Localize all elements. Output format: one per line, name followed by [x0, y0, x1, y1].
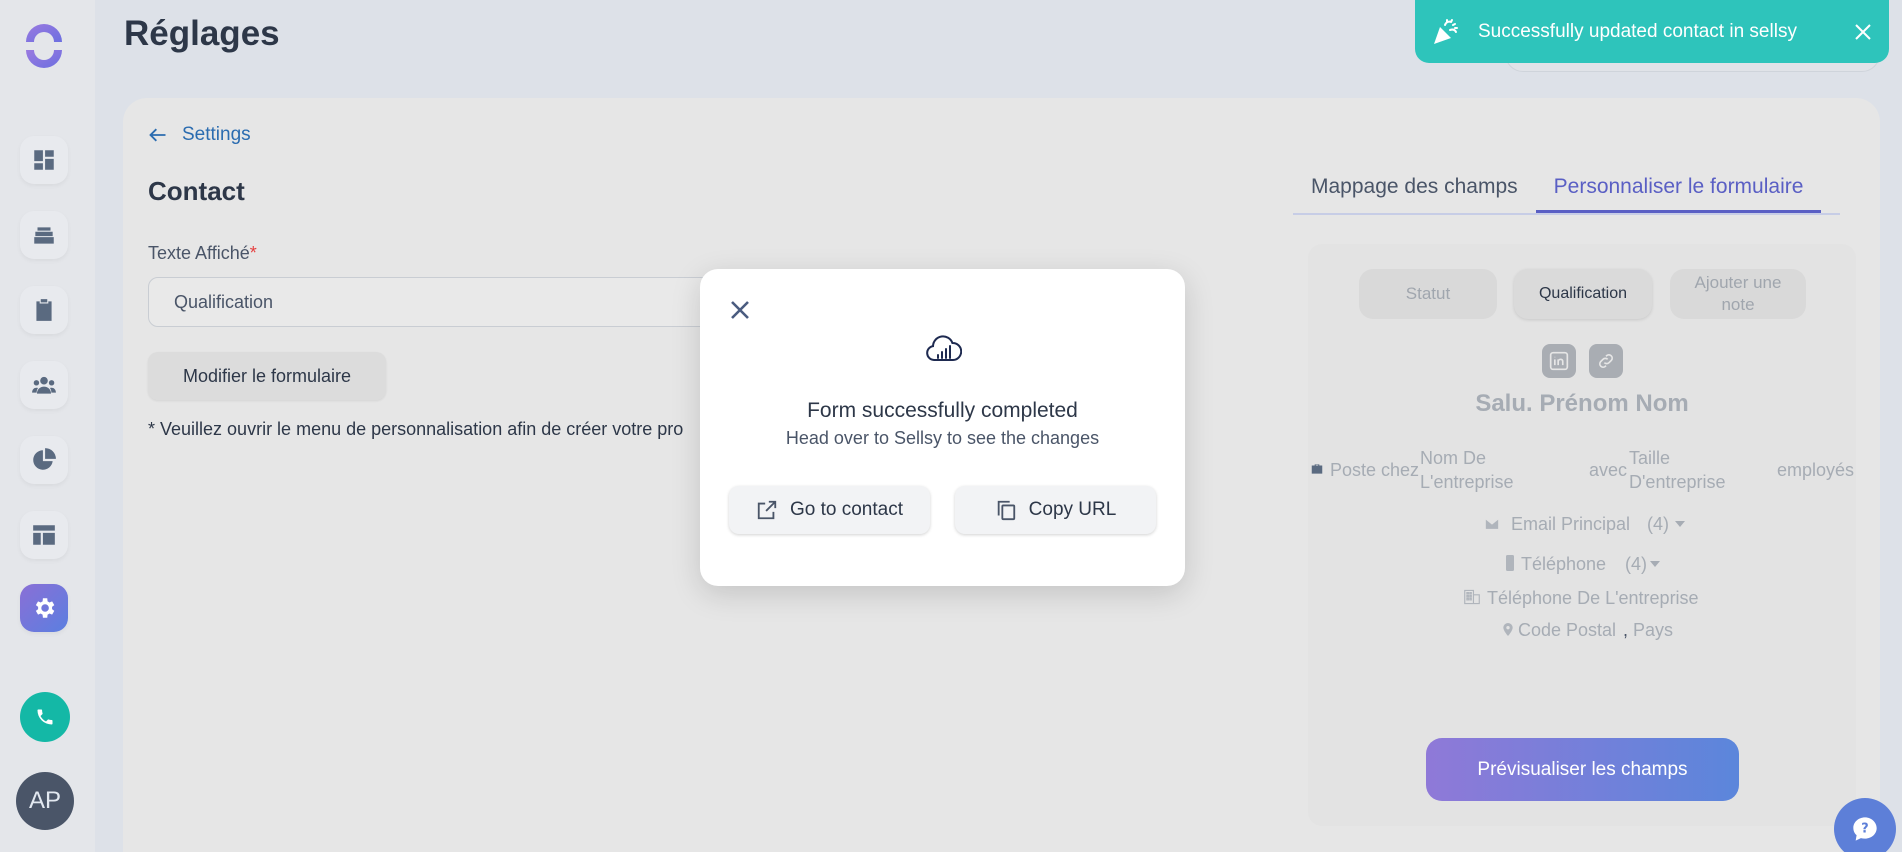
toast-message: Successfully updated contact in sellsy [1478, 20, 1797, 42]
close-icon [731, 301, 749, 319]
cloud-signal-icon [926, 335, 962, 361]
modal-close-button[interactable] [728, 298, 752, 322]
copy-url-label: Copy URL [1028, 499, 1117, 520]
modal-subtitle: Head over to Sellsy to see the changes [785, 428, 1100, 448]
party-popper-icon [1434, 18, 1458, 44]
go-to-contact-button[interactable]: Go to contact [729, 486, 930, 534]
external-link-icon [757, 500, 777, 520]
success-toast: Successfully updated contact in sellsy [1415, 0, 1889, 63]
modal-title: Form successfully completed [807, 399, 1078, 422]
go-to-contact-label: Go to contact [789, 499, 903, 520]
copy-url-button[interactable]: Copy URL [955, 486, 1156, 534]
toast-close-icon[interactable] [1853, 22, 1873, 42]
copy-icon [997, 500, 1015, 521]
